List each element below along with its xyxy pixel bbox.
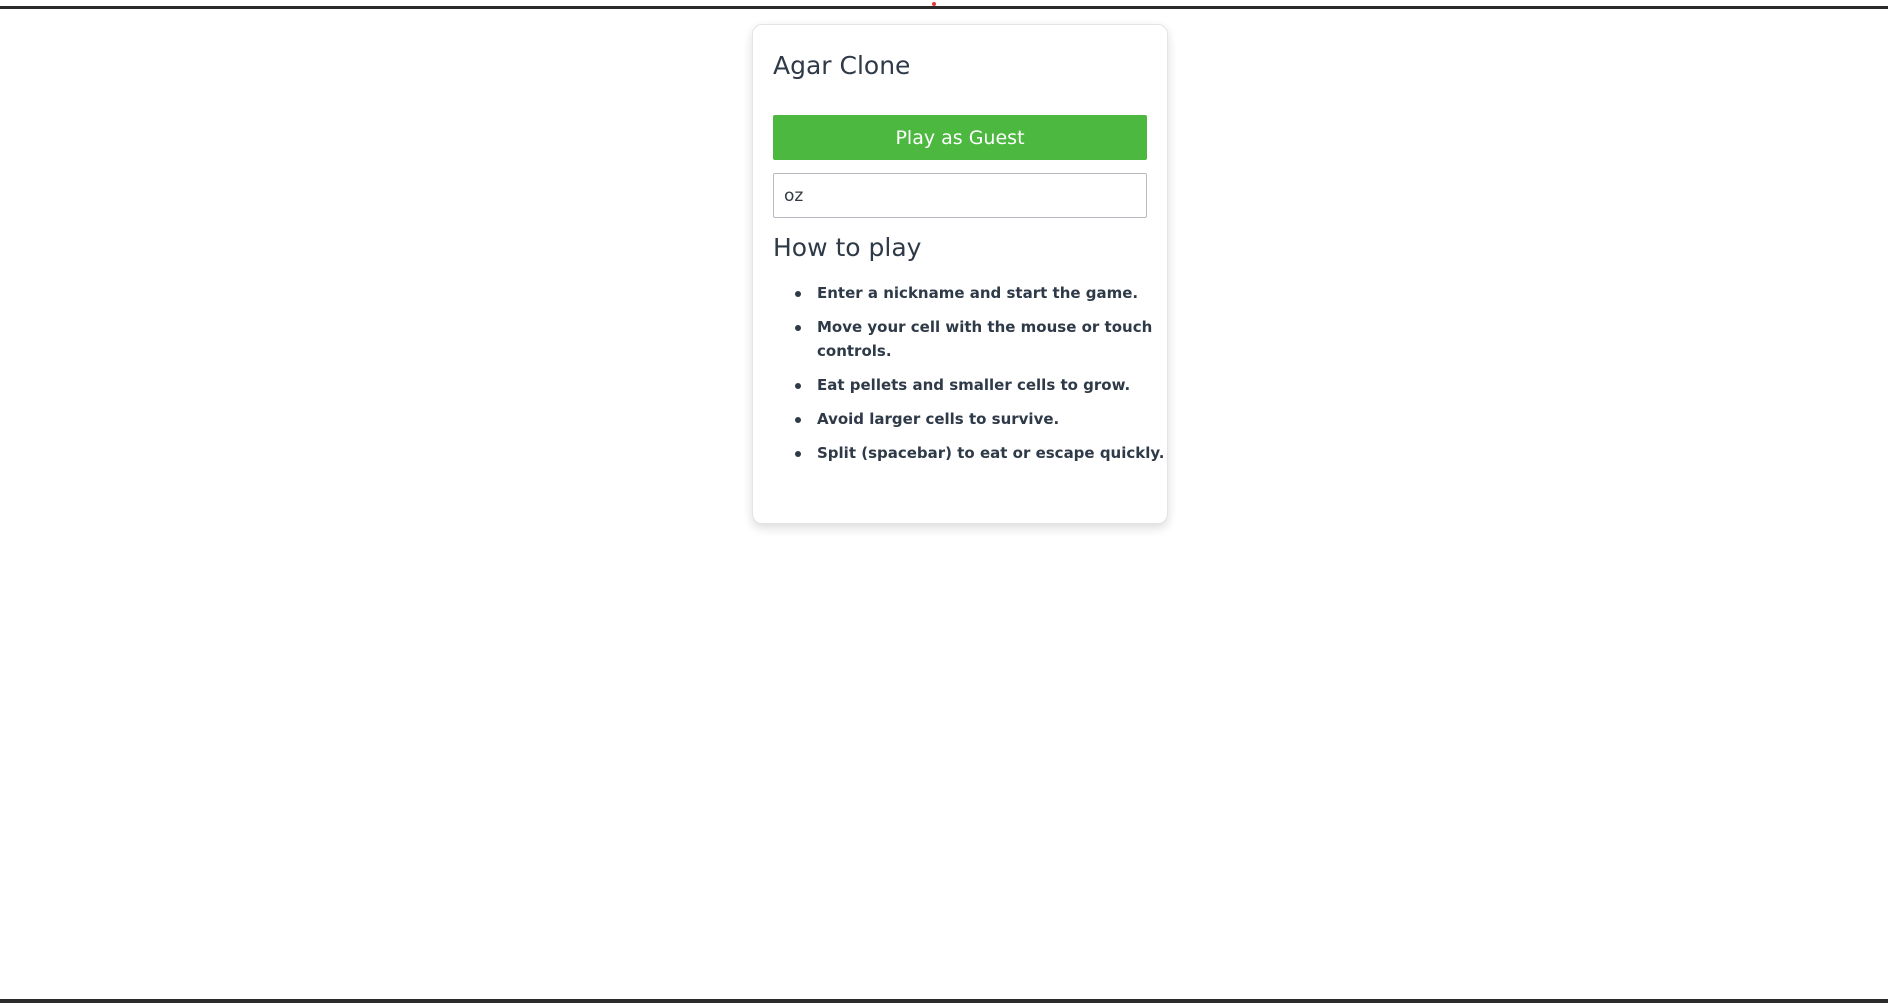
instructions-list: Enter a nickname and start the game. Mov…: [793, 281, 1167, 475]
start-menu-card: Agar Clone Play as Guest How to play Ent…: [752, 24, 1168, 524]
instruction-item: Enter a nickname and start the game.: [795, 281, 1167, 305]
nickname-input[interactable]: [773, 173, 1147, 218]
instruction-item: Split (spacebar) to eat or escape quickl…: [795, 441, 1167, 465]
game-title: Agar Clone: [773, 51, 911, 80]
instruction-item: Move your cell with the mouse or touch c…: [795, 315, 1167, 363]
bottom-border: [0, 999, 1888, 1003]
how-to-play-heading: How to play: [773, 233, 922, 262]
top-border: [0, 6, 1888, 9]
play-as-guest-button[interactable]: Play as Guest: [773, 115, 1147, 160]
instruction-item: Avoid larger cells to survive.: [795, 407, 1167, 431]
indicator-dot: [932, 2, 936, 6]
instruction-item: Eat pellets and smaller cells to grow.: [795, 373, 1167, 397]
